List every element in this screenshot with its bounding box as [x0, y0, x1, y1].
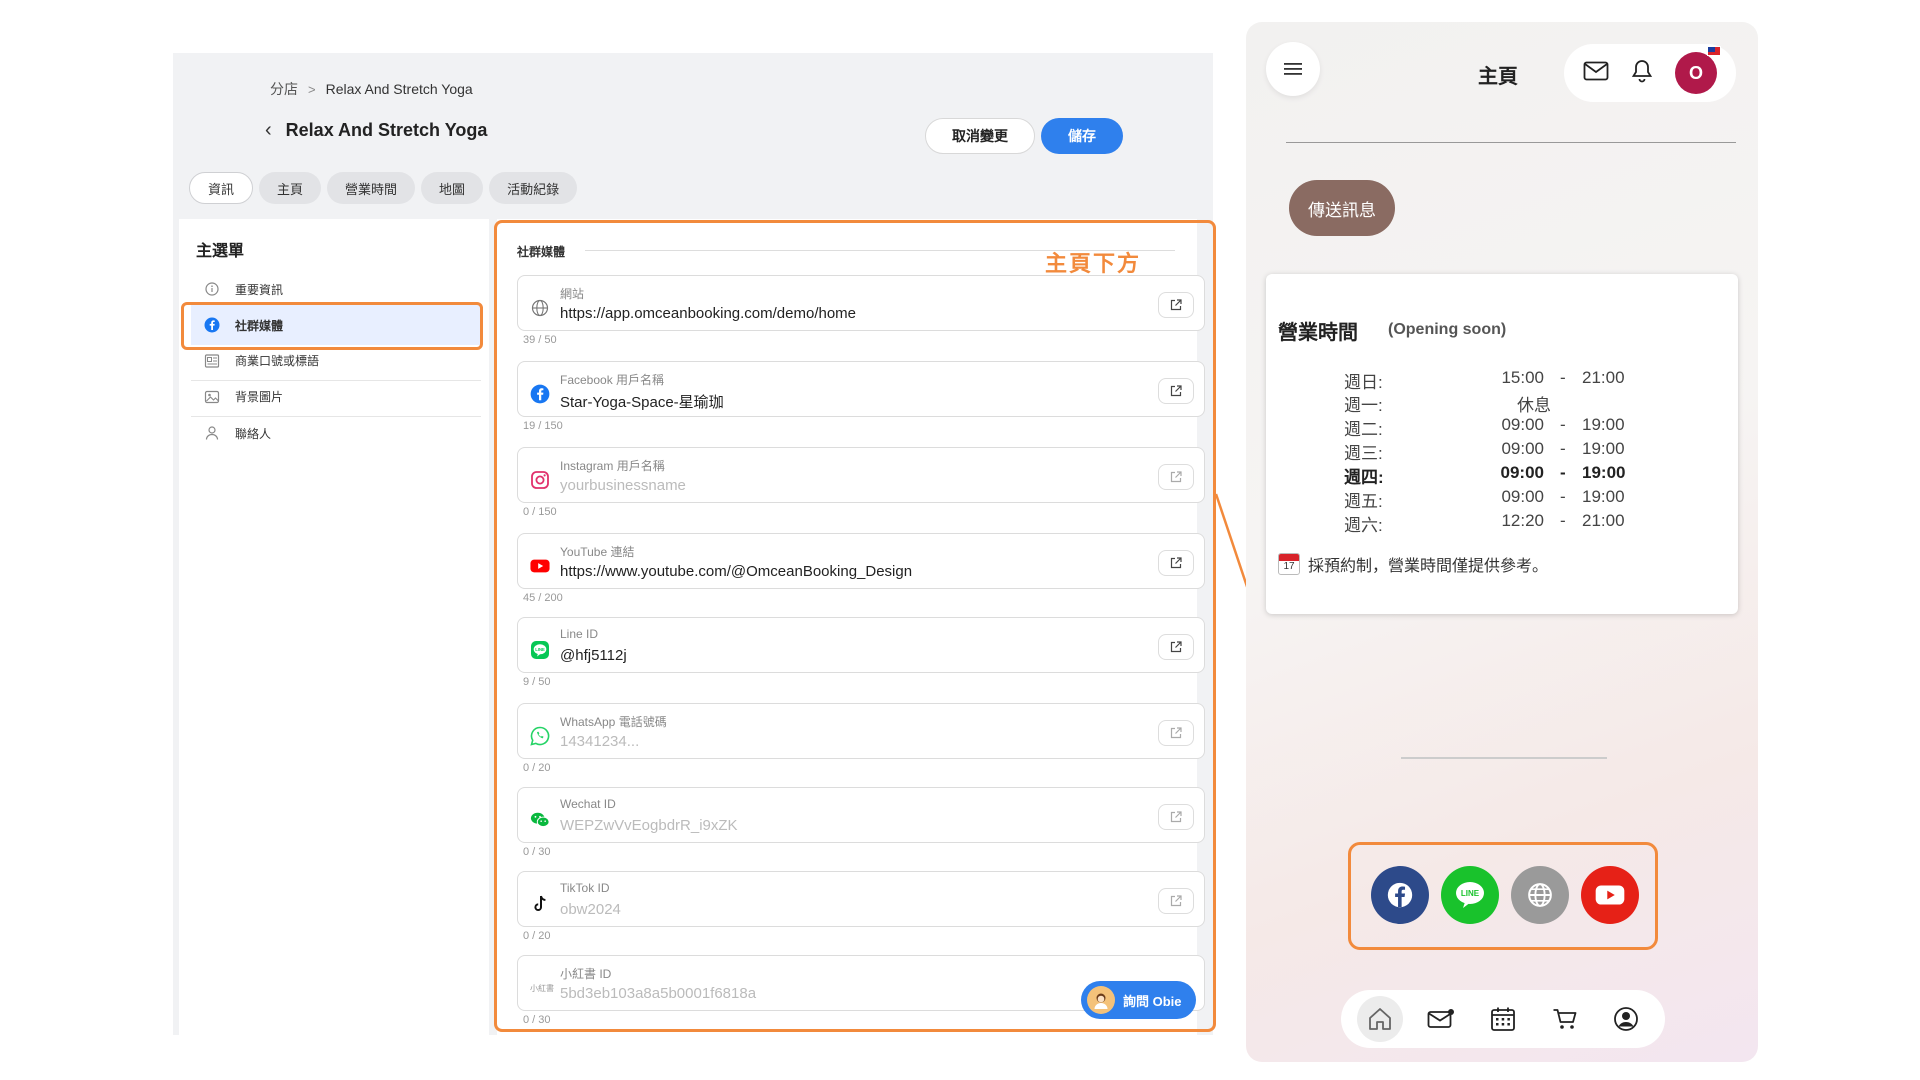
sidebar-title: 主選單: [196, 243, 245, 260]
hours-title: 營業時間: [1278, 322, 1358, 344]
avatar-initial: O: [1688, 62, 1703, 83]
tab-info[interactable]: 資訊: [189, 172, 254, 204]
flag-icon: [1707, 46, 1721, 56]
hours-open: 09:00: [1501, 487, 1544, 506]
hours-dash: -: [1560, 368, 1566, 387]
hours-close: 19:00: [1582, 415, 1625, 434]
image-icon: [203, 388, 221, 406]
hours-note: 17 採預約制，營業時間僅提供參考。: [1278, 552, 1548, 576]
hours-dash: -: [1560, 463, 1566, 482]
hours-day: 週三:: [1344, 444, 1383, 463]
person-icon: [203, 424, 221, 442]
tab-hours[interactable]: 營業時間: [327, 172, 416, 204]
tab-homepage[interactable]: 主頁: [259, 172, 322, 204]
sidebar-item-label: 背景圖片: [235, 390, 284, 404]
hours-row: 週六: 12:20 - 21:00: [1344, 511, 1644, 535]
hours-open: 15:00: [1501, 368, 1544, 387]
opening-hours-card: 營業時間 (Opening soon) 週日: 15:00 - 21:00 週一…: [1266, 274, 1738, 614]
hours-status: (Opening soon): [1388, 321, 1507, 338]
hours-note-text: 採預約制，營業時間僅提供參考。: [1308, 558, 1549, 575]
ask-obie-button[interactable]: 詢問 Obie: [1081, 981, 1196, 1019]
home-icon[interactable]: [1356, 996, 1403, 1042]
hours-closed: 休息: [1517, 396, 1551, 415]
mail-icon[interactable]: [1583, 61, 1609, 86]
breadcrumb-separator: >: [308, 81, 316, 97]
hours-row-today: 週四: 09:00 - 19:00: [1344, 463, 1644, 487]
slogan-icon: [203, 352, 221, 370]
sidebar-item-background-image[interactable]: 背景圖片: [191, 377, 481, 417]
page-title: Relax And Stretch Yoga: [285, 120, 488, 140]
hours-close: 21:00: [1582, 511, 1625, 530]
obie-avatar: [1087, 986, 1115, 1014]
phone-header-actions: O: [1564, 44, 1736, 102]
hours-row: 週一: 休息: [1344, 391, 1644, 415]
calendar-icon: 17: [1278, 553, 1300, 575]
title-row: ‹ Relax And Stretch Yoga: [265, 119, 487, 142]
hamburger-menu-icon[interactable]: [1266, 42, 1320, 96]
phone-preview: 主頁 O 傳送訊息 營業時間 (Opening soon) 週日: 15:00 …: [1246, 22, 1758, 1062]
info-icon: [203, 280, 221, 298]
hours-open: 09:00: [1501, 415, 1544, 434]
sidebar-item-label: 重要資訊: [235, 282, 284, 297]
hours-dash: -: [1560, 415, 1566, 434]
bottom-navigation: [1341, 990, 1665, 1048]
hours-day: 週日:: [1344, 373, 1383, 392]
hours-day: 週二:: [1344, 420, 1383, 439]
hours-day: 週五:: [1344, 492, 1383, 511]
save-button[interactable]: 儲存: [1041, 118, 1123, 154]
sidebar-item-contacts[interactable]: 聯絡人: [191, 413, 481, 453]
hours-day: 週四:: [1344, 468, 1384, 487]
youtube-icon[interactable]: [1581, 866, 1639, 924]
hours-open: 12:20: [1501, 511, 1544, 530]
line-icon[interactable]: LINE: [1441, 866, 1499, 924]
breadcrumb-parent[interactable]: 分店: [270, 79, 298, 99]
cancel-button[interactable]: 取消變更: [925, 118, 1035, 154]
hours-row: 週日: 15:00 - 21:00: [1344, 368, 1644, 392]
hours-close: 19:00: [1582, 487, 1625, 506]
hours-row: 週二: 09:00 - 19:00: [1344, 415, 1644, 439]
top-actions: 取消變更 儲存: [925, 118, 1123, 154]
hours-dash: -: [1560, 511, 1566, 530]
hours-open: 09:00: [1501, 439, 1544, 458]
header-divider: [1286, 142, 1736, 143]
avatar[interactable]: O: [1675, 46, 1721, 94]
breadcrumb: 分店 > Relax And Stretch Yoga: [270, 79, 473, 99]
hours-close: 19:00: [1582, 463, 1626, 482]
tab-bar: 資訊 主頁 營業時間 地圖 活動紀錄: [189, 172, 578, 204]
bell-icon[interactable]: [1631, 59, 1653, 88]
profile-icon[interactable]: [1603, 996, 1649, 1042]
globe-icon[interactable]: [1511, 866, 1569, 924]
hours-row: 週三: 09:00 - 19:00: [1344, 439, 1644, 463]
annotation-label: 主頁下方: [1045, 251, 1142, 276]
hours-open: 09:00: [1500, 463, 1544, 482]
hours-row: 週五: 09:00 - 19:00: [1344, 487, 1644, 511]
content-divider: [1401, 757, 1607, 759]
hours-close: 21:00: [1582, 368, 1625, 387]
facebook-icon[interactable]: [1371, 866, 1429, 924]
breadcrumb-current: Relax And Stretch Yoga: [325, 81, 473, 97]
sidebar-item-label: 聯絡人: [235, 426, 272, 441]
hours-close: 19:00: [1582, 439, 1625, 458]
tab-activity-log[interactable]: 活動紀錄: [489, 172, 578, 204]
ask-obie-label: 詢問 Obie: [1123, 993, 1182, 1009]
hours-dash: -: [1560, 487, 1566, 506]
sidebar-highlight-box: [181, 302, 483, 350]
cart-icon[interactable]: [1542, 996, 1588, 1042]
phone-page-title: 主頁: [1478, 66, 1518, 88]
hours-dash: -: [1560, 439, 1566, 458]
send-message-button[interactable]: 傳送訊息: [1289, 180, 1395, 236]
calendar-icon[interactable]: [1480, 996, 1526, 1042]
mail-icon[interactable]: [1418, 996, 1464, 1042]
tab-map[interactable]: 地圖: [421, 172, 484, 204]
sidebar-item-label: 商業口號或標語: [235, 354, 320, 368]
svg-text:LINE: LINE: [1461, 889, 1480, 898]
hours-day: 週一:: [1344, 396, 1383, 415]
hours-day: 週六:: [1344, 516, 1383, 535]
content-highlight-box: [494, 220, 1216, 1032]
back-icon[interactable]: ‹: [265, 119, 272, 142]
